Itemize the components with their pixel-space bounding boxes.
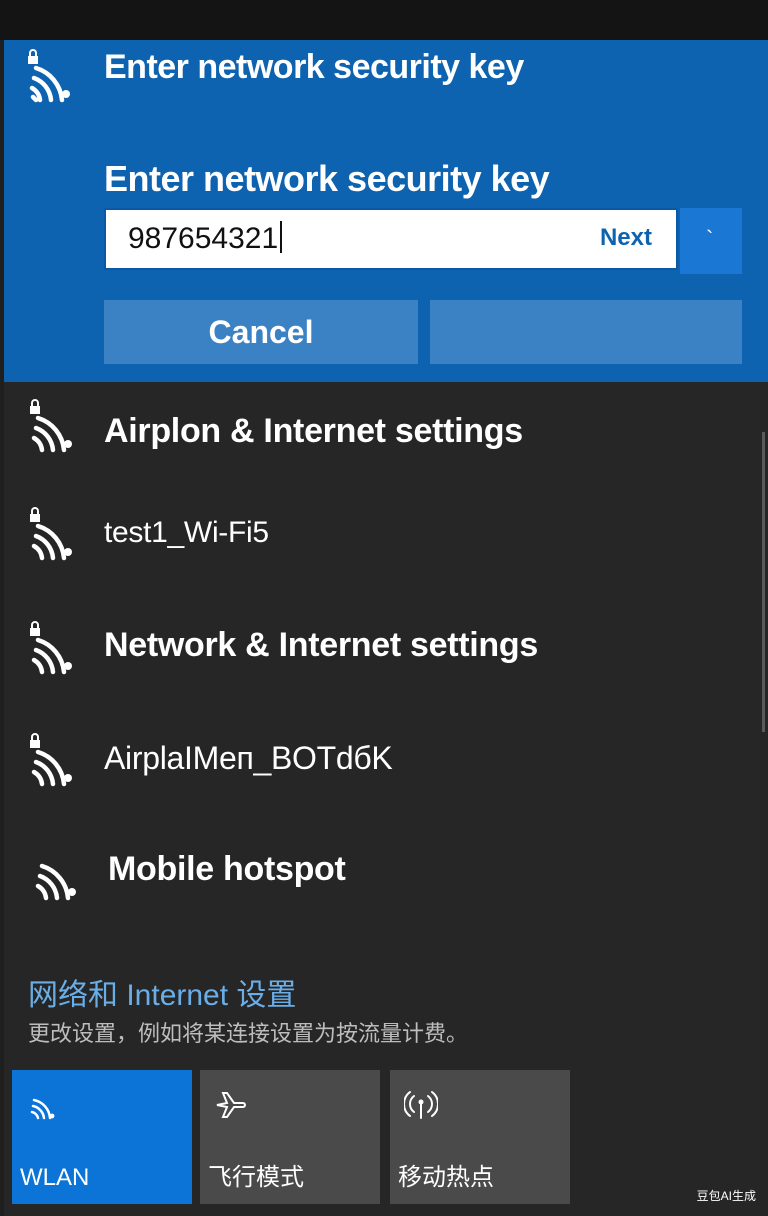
wifi-icon	[30, 1098, 55, 1120]
network-item-name[interactable]: Network & Internet settings	[104, 626, 538, 665]
security-key-input[interactable]: 987654321 Next	[104, 208, 678, 270]
network-item-name[interactable]: Airplon & Internet settings	[104, 412, 523, 451]
airplane-tile-label: 飞行模式	[208, 1164, 304, 1191]
wifi-secured-icon	[24, 620, 80, 676]
reveal-password-button[interactable]: `	[680, 208, 742, 274]
wifi-secured-icon	[24, 398, 80, 454]
wifi-secured-icon	[24, 732, 80, 788]
network-item-name[interactable]: test1_Wi-Fi5	[104, 516, 269, 550]
airplane-mode-tile[interactable]: 飞行模式	[200, 1070, 380, 1204]
security-key-prompt: Enter network security key	[104, 158, 550, 199]
reveal-icon: `	[706, 226, 714, 251]
active-network-name: Enter network security key	[104, 48, 524, 86]
connect-button[interactable]	[430, 300, 742, 364]
wifi-icon	[28, 846, 84, 902]
hotspot-icon	[404, 1091, 438, 1119]
desktop-top-strip	[0, 0, 768, 40]
network-item-name[interactable]: Mobile hotspot	[108, 850, 346, 889]
wifi-secured-icon	[22, 48, 78, 104]
hotspot-tile-label: 移动热点	[398, 1164, 494, 1191]
network-item-name[interactable]: AirplaIMeп_BOTdбK	[104, 740, 393, 777]
mobile-hotspot-tile[interactable]: 移动热点	[390, 1070, 570, 1204]
network-settings-description: 更改设置，例如将某连接设置为按流量计费。	[28, 1021, 469, 1046]
wlan-toggle-tile[interactable]: WLAN	[12, 1070, 192, 1204]
text-caret	[280, 221, 283, 253]
next-button[interactable]: Next	[600, 224, 652, 252]
wlan-tile-label: WLAN	[20, 1164, 90, 1191]
security-key-value: 987654321	[128, 222, 279, 255]
cancel-button[interactable]: Cancel	[104, 300, 418, 364]
wifi-secured-icon	[24, 506, 80, 562]
scrollbar[interactable]	[762, 432, 765, 732]
network-settings-link[interactable]: 网络和 Internet 设置	[28, 970, 296, 1014]
airplane-icon	[216, 1092, 246, 1118]
watermark: 豆包AI生成	[696, 1189, 756, 1203]
